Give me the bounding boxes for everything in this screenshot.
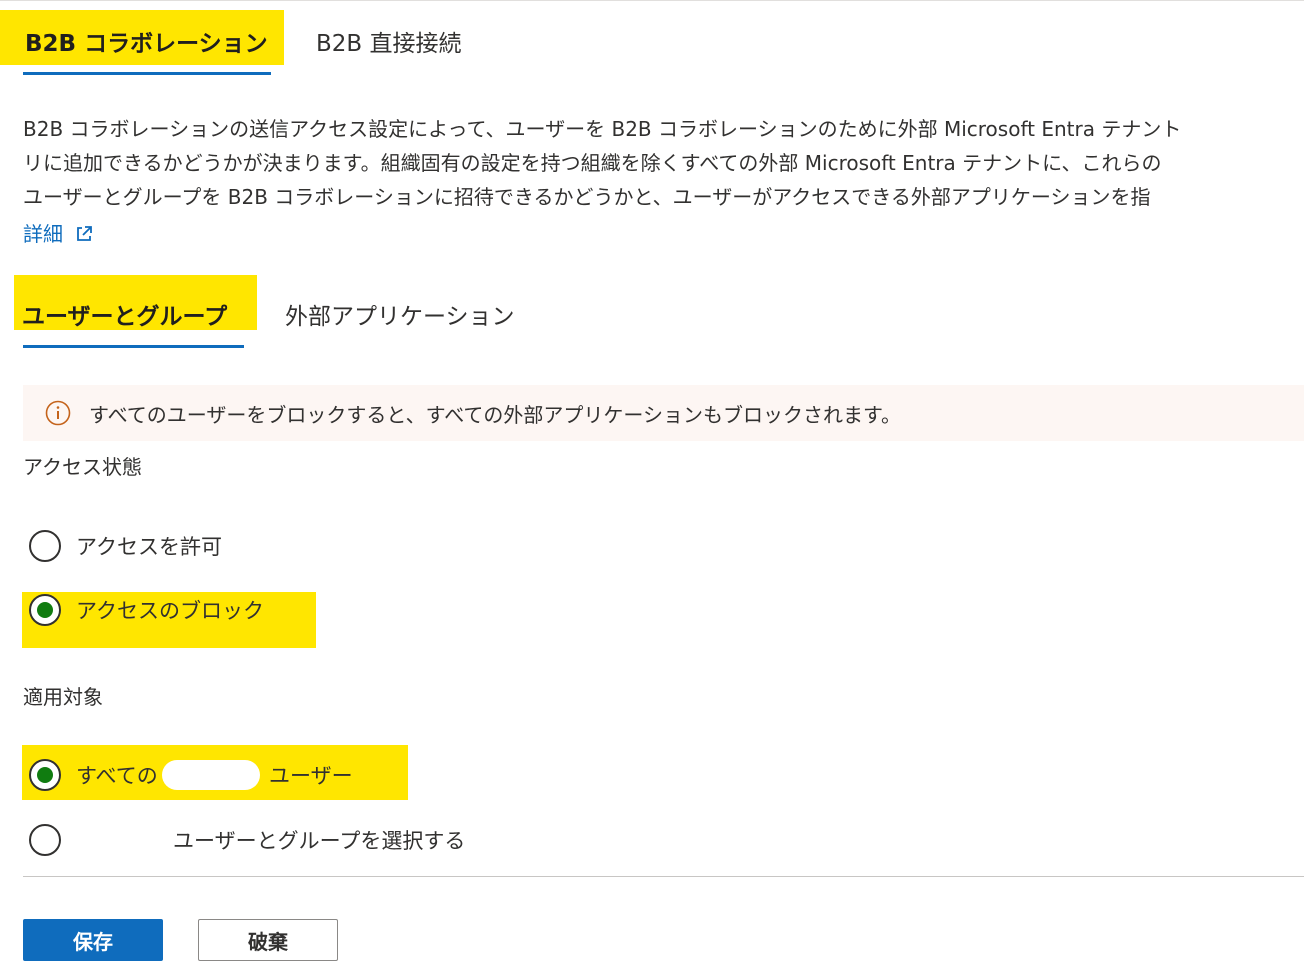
allow-access-radio[interactable] [29, 530, 61, 562]
learn-more-label: 詳細 [23, 222, 63, 246]
save-button[interactable]: 保存 [23, 919, 163, 961]
tab-b2b-collaboration-underline [23, 72, 271, 75]
info-banner-text: すべてのユーザーをブロックすると、すべての外部アプリケーションもブロックされます… [89, 402, 901, 427]
outbound-access-settings-page: B2B コラボレーション B2B 直接接続 B2B コラボレーションの送信アクセ… [0, 0, 1304, 980]
external-link-icon [77, 226, 92, 241]
tab-b2b-collaboration[interactable]: B2B コラボレーション [25, 29, 268, 59]
footer-divider [23, 876, 1304, 877]
info-banner: すべてのユーザーをブロックすると、すべての外部アプリケーションもブロックされます… [23, 385, 1304, 441]
description-text: B2B コラボレーションの送信アクセス設定によって、ユーザーを B2B コラボレ… [23, 112, 1304, 214]
all-users-label-prefix[interactable]: すべての [76, 761, 158, 791]
select-users-groups-radio[interactable] [29, 824, 61, 856]
access-status-label: アクセス状態 [23, 455, 142, 479]
allow-access-label[interactable]: アクセスを許可 [76, 532, 222, 562]
learn-more-link[interactable]: 詳細 [23, 218, 93, 250]
description-line: B2B コラボレーションの送信アクセス設定によって、ユーザーを B2B コラボレ… [23, 117, 1182, 141]
top-border [0, 0, 1304, 1]
tab-users-and-groups-underline [23, 345, 244, 348]
all-users-radio[interactable] [29, 759, 61, 791]
tab-b2b-direct-connect[interactable]: B2B 直接接続 [316, 29, 462, 59]
discard-button[interactable]: 破棄 [198, 919, 338, 961]
description-line: ユーザーとグループを B2B コラボレーションに招待できるかどうかと、ユーザーが… [23, 185, 1151, 209]
block-access-radio[interactable] [29, 594, 61, 626]
description-line: リに追加できるかどうかが決まります。組織固有の設定を持つ組織を除くすべての外部 … [23, 151, 1162, 175]
redacted-org-name [162, 760, 260, 790]
tab-external-applications[interactable]: 外部アプリケーション [285, 302, 515, 332]
block-access-label[interactable]: アクセスのブロック [76, 596, 264, 626]
info-icon [45, 400, 71, 426]
tab-users-and-groups[interactable]: ユーザーとグループ [22, 302, 227, 332]
all-users-label-suffix[interactable]: ユーザー [269, 761, 353, 791]
applies-to-label: 適用対象 [23, 685, 103, 709]
select-users-groups-label[interactable]: ユーザーとグループを選択する [173, 826, 465, 856]
